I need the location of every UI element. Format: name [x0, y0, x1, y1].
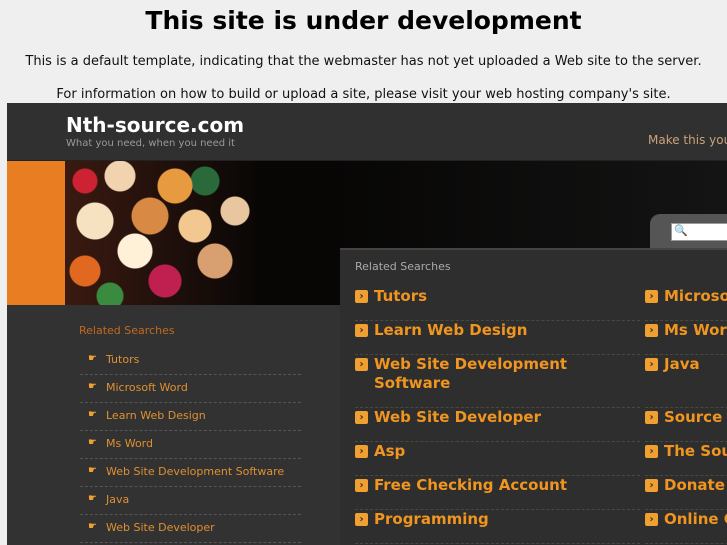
notice-line-1: This is a default template, indicating t… [25, 54, 702, 69]
panel-heading: Related Searches [355, 260, 451, 273]
notice-line-2: For information on how to build or uploa… [56, 87, 671, 102]
page-title: This site is under development [145, 6, 582, 35]
sidebar-link-label: Ms Word [106, 437, 153, 450]
sidebar-link[interactable]: ☛ Tutors [80, 347, 301, 375]
related-search-label: Tutors [374, 287, 428, 305]
arrow-box-icon: › [645, 513, 658, 526]
related-search-label: Asp [374, 442, 406, 460]
related-search-link[interactable]: › Programming [355, 510, 640, 544]
sidebar-link[interactable]: ☛ Ms Word [80, 431, 301, 459]
arrow-box-icon: › [355, 290, 368, 303]
related-search-link[interactable]: › Web Site Developer [355, 408, 640, 442]
site-header: Nth-source.com What you need, when you n… [7, 103, 727, 161]
related-search-label: Donate [664, 476, 725, 494]
related-search-label: Microsoft Word [664, 287, 727, 305]
site-logo[interactable]: Nth-source.com [66, 113, 244, 137]
bokeh-banner-image [65, 161, 255, 305]
arrow-box-icon: › [645, 445, 658, 458]
arrow-box-icon: › [645, 324, 658, 337]
related-search-link[interactable]: › Java [645, 355, 727, 408]
related-search-label: Learn Web Design [374, 321, 528, 339]
arrow-box-icon: › [355, 324, 368, 337]
related-search-link[interactable]: › Tutors [355, 287, 640, 321]
related-search-label: The Sou [664, 442, 727, 460]
related-search-link[interactable]: › Learn Web Design [355, 321, 640, 355]
related-search-label: Programming [374, 510, 489, 528]
related-search-label: Free Checking Account [374, 476, 567, 494]
related-search-link[interactable]: › Microsoft Word [645, 287, 727, 321]
sidebar-link[interactable]: ☛ Microsoft Word [80, 375, 301, 403]
related-search-label: Web Site Development Software [374, 355, 568, 392]
arrow-box-icon: › [355, 411, 368, 424]
sidebar-link-label: Microsoft Word [106, 381, 188, 394]
sidebar-link[interactable]: ☛ Web Site Developer [80, 515, 301, 543]
related-search-label: Ms Word [664, 321, 727, 339]
sidebar-link-label: Web Site Developer [106, 521, 215, 534]
search-input[interactable]: 🔍 [671, 223, 727, 241]
parked-site-frame: Nth-source.com What you need, when you n… [7, 103, 727, 545]
sidebar-link-label: Tutors [106, 353, 140, 366]
arrow-box-icon: › [355, 358, 368, 371]
related-search-link[interactable]: › Donate [645, 476, 727, 510]
hand-pointer-icon: ☛ [88, 465, 97, 476]
sidebar-link-label: Java [106, 493, 130, 506]
site-tagline: What you need, when you need it [66, 138, 235, 149]
sidebar-link-label: Web Site Development Software [106, 465, 285, 478]
hand-pointer-icon: ☛ [88, 437, 97, 448]
related-searches-panel: Related Searches › Tutors › Learn Web Desig… [340, 248, 727, 545]
hand-pointer-icon: ☛ [88, 353, 97, 364]
related-search-link[interactable]: › Ms Word [645, 321, 727, 355]
arrow-box-icon: › [355, 513, 368, 526]
make-homepage-link[interactable]: Make this your [648, 133, 727, 147]
magnifier-icon: 🔍 [674, 224, 688, 237]
related-search-link[interactable]: › Web Site Development Software [355, 355, 640, 408]
related-search-link[interactable]: › Source [645, 408, 727, 442]
related-search-link[interactable]: › Online C [645, 510, 727, 544]
sidebar-link[interactable]: ☛ Learn Web Design [80, 403, 301, 431]
arrow-box-icon: › [645, 411, 658, 424]
sidebar-link[interactable]: ☛ Java [80, 487, 301, 515]
related-search-link[interactable]: › The Sou [645, 442, 727, 476]
arrow-box-icon: › [355, 445, 368, 458]
related-search-link[interactable]: › Free Checking Account [355, 476, 640, 510]
related-search-label: Web Site Developer [374, 408, 541, 426]
arrow-box-icon: › [645, 290, 658, 303]
hand-pointer-icon: ☛ [88, 409, 97, 420]
sidebar-heading: Related Searches [79, 324, 175, 337]
related-search-link[interactable]: › Asp [355, 442, 640, 476]
hand-pointer-icon: ☛ [88, 381, 97, 392]
related-search-label: Java [664, 355, 700, 373]
sidebar-link-label: Learn Web Design [106, 409, 206, 422]
hand-pointer-icon: ☛ [88, 521, 97, 532]
orange-accent-strip [7, 161, 65, 305]
arrow-box-icon: › [645, 358, 658, 371]
arrow-box-icon: › [645, 479, 658, 492]
arrow-box-icon: › [355, 479, 368, 492]
hand-pointer-icon: ☛ [88, 493, 97, 504]
related-search-label: Source [664, 408, 723, 426]
sidebar: Related Searches ☛ Tutors ☛ Microsoft Word ☛… [7, 305, 340, 545]
related-search-label: Online C [664, 510, 727, 528]
sidebar-link[interactable]: ☛ Web Site Development Software [80, 459, 301, 487]
